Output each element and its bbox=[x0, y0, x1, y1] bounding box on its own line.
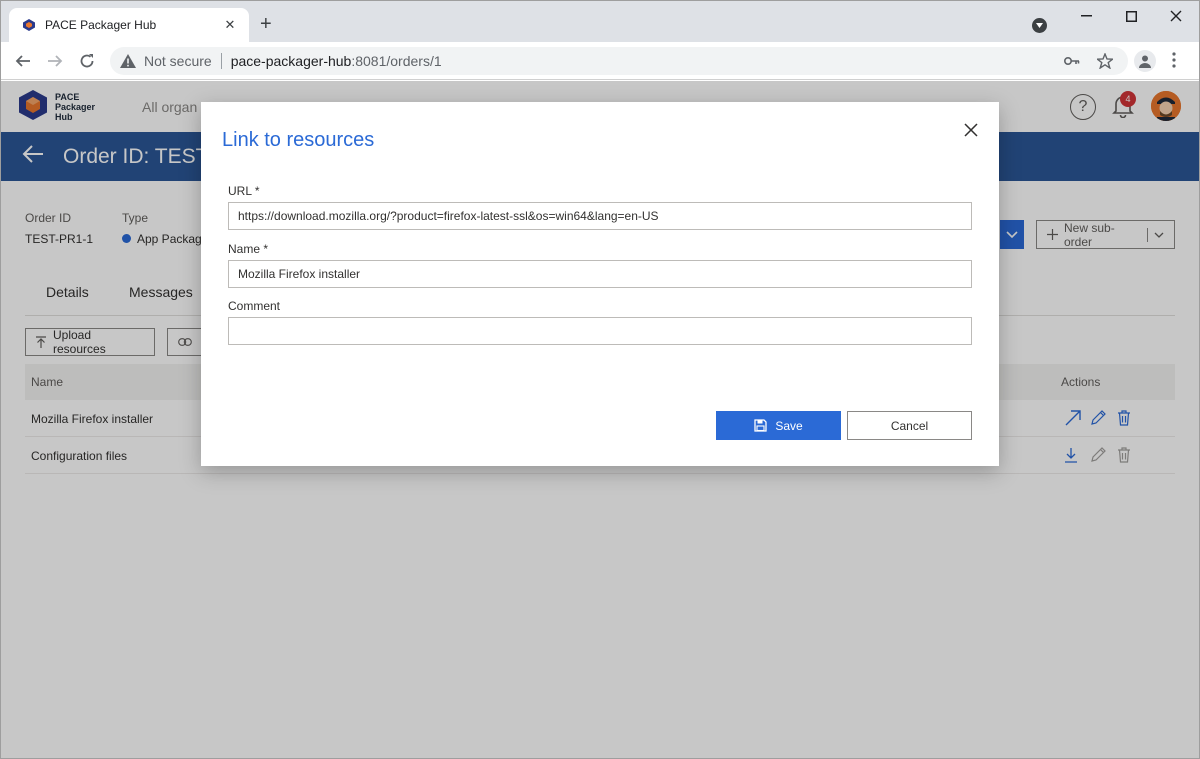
maximize-icon[interactable] bbox=[1121, 6, 1141, 26]
browser-menu-icon[interactable] bbox=[1172, 52, 1176, 72]
name-label: Name * bbox=[228, 242, 269, 256]
key-icon[interactable] bbox=[1063, 52, 1081, 70]
omnibox-separator bbox=[220, 53, 222, 69]
browser-tab-title: PACE Packager Hub bbox=[45, 18, 157, 32]
profile-avatar-icon[interactable] bbox=[1134, 50, 1156, 72]
close-window-icon[interactable] bbox=[1166, 6, 1186, 26]
minimize-icon[interactable] bbox=[1076, 6, 1096, 26]
forward-icon[interactable] bbox=[44, 50, 66, 72]
browser-tab[interactable]: PACE Packager Hub ✕ bbox=[9, 8, 249, 42]
not-secure-label[interactable]: Not secure bbox=[144, 53, 212, 69]
comment-label: Comment bbox=[228, 299, 281, 313]
url-host: pace-packager-hub bbox=[230, 53, 352, 69]
url-path: :8081/orders/1 bbox=[351, 53, 442, 69]
cancel-button[interactable]: Cancel bbox=[847, 411, 972, 440]
close-tab-icon[interactable]: ✕ bbox=[221, 17, 239, 33]
name-field[interactable] bbox=[228, 260, 972, 288]
browser-tab-strip: PACE Packager Hub ✕ + bbox=[0, 0, 1200, 42]
close-icon[interactable] bbox=[961, 120, 981, 140]
new-tab-button[interactable]: + bbox=[260, 14, 272, 34]
url-field[interactable] bbox=[228, 202, 972, 230]
save-label: Save bbox=[775, 418, 803, 433]
url-label: URL * bbox=[228, 184, 260, 198]
bookmark-star-icon[interactable] bbox=[1096, 52, 1114, 70]
link-to-resources-dialog: Link to resources URL * Name * Comment S… bbox=[201, 102, 999, 466]
pace-favicon-icon bbox=[21, 17, 37, 33]
dialog-title: Link to resources bbox=[222, 129, 375, 151]
tab-search-icon[interactable] bbox=[1032, 18, 1047, 33]
floppy-disk-icon bbox=[754, 419, 775, 432]
browser-toolbar: Not secure pace-packager-hub:8081/orders… bbox=[0, 42, 1200, 80]
reload-icon[interactable] bbox=[76, 50, 98, 72]
comment-field[interactable] bbox=[228, 317, 972, 345]
warning-icon[interactable] bbox=[120, 54, 138, 68]
address-bar[interactable]: Not secure pace-packager-hub:8081/orders… bbox=[110, 47, 1128, 75]
save-button[interactable]: Save bbox=[716, 411, 841, 440]
back-icon[interactable] bbox=[12, 50, 34, 72]
